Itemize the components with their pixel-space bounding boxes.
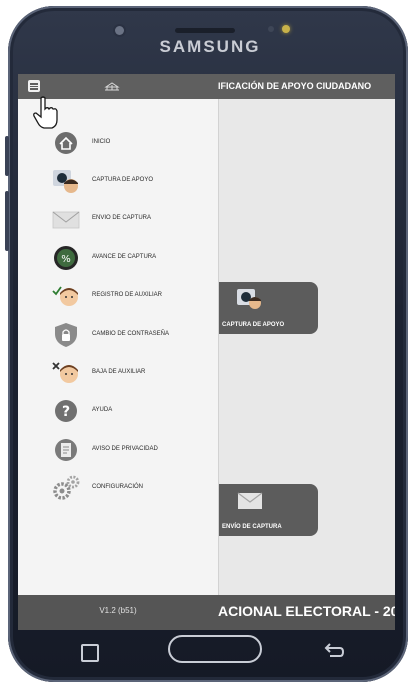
camera-person-icon [237,289,261,309]
menu-item-baja-de-auxiliar[interactable]: BAJA DE AUXILIAR [18,354,218,392]
menu-item-cambio-de-contrasena[interactable]: CAMBIO DE CONTRASEÑA [18,316,218,354]
app-header: IFICACIÓN DE APOYO CIUDADANO [18,74,395,99]
send-capture-card[interactable]: ENVÍO DE CAPTURA [218,484,318,536]
menu-item-label: ENVIO DE CAPTURA [92,215,152,221]
menu-item-label: AVANCE DE CAPTURA [92,254,157,260]
recent-apps-button[interactable] [81,644,99,662]
camera-person-icon [53,170,78,193]
envelope-icon [237,492,263,509]
navigation-drawer: INICIO CAPTURA DE APOYO ENVIO DE CAPTURA [18,99,219,595]
menu-item-captura-de-apoyo[interactable]: CAPTURA DE APOYO [18,162,218,200]
menu-item-label: CONFIGURACIÓN [92,484,143,490]
menu-item-label: CAPTURA DE APOYO [92,177,154,183]
capture-support-card-label: CAPTURA DE APOYO [222,322,285,328]
phone-side-button [5,136,9,176]
app-title: IFICACIÓN DE APOYO CIUDADANO [218,81,372,91]
document-icon [55,439,77,461]
home-icon [55,132,77,154]
lock-shield-icon [55,323,77,347]
svg-text:?: ? [62,404,70,420]
send-capture-card-label: ENVÍO DE CAPTURA [222,524,282,530]
menu-item-label: AVISO DE PRIVACIDAD [92,446,158,452]
menu-item-label: BAJA DE AUXILIAR [92,369,146,375]
device-brand: SAMSUNG [159,37,261,56]
capture-support-card[interactable]: CAPTURA DE APOYO [218,282,318,334]
svg-text:%: % [61,254,71,265]
envelope-icon [52,211,80,229]
front-camera [115,26,124,35]
proximity-sensor [268,26,274,32]
main-content: CAPTURA DE APOYO ENVÍO DE CAPTURA [218,99,395,595]
menu-item-registro-de-auxiliar[interactable]: REGISTRO DE AUXILIAR [18,277,218,315]
notification-led [282,25,290,33]
menu-item-label: REGISTRO DE AUXILIAR [92,292,163,298]
earpiece-speaker [175,28,235,33]
app-footer: V1.2 (b51) ACIONAL ELECTORAL - 2017 [18,595,395,630]
app-version: V1.2 (b51) [99,606,137,615]
percent-icon: % [54,246,78,270]
menu-item-label: CAMBIO DE CONTRASEÑA [92,331,170,337]
hamburger-menu-icon[interactable] [28,80,40,92]
menu-item-aviso-de-privacidad[interactable]: AVISO DE PRIVACIDAD [18,431,218,469]
menu-item-envio-de-captura[interactable]: ENVIO DE CAPTURA [18,200,218,238]
back-button-icon[interactable] [323,642,345,660]
menu-item-avance-de-captura[interactable]: % AVANCE DE CAPTURA [18,239,218,277]
help-icon: ? [55,400,77,422]
app-screen: IFICACIÓN DE APOYO CIUDADANO CAPTURA DE … [18,74,395,630]
menu-item-label: AYUDA [92,407,113,413]
menu-item-label: INICIO [92,139,111,145]
home-button[interactable] [168,635,262,663]
phone-side-button [5,191,9,251]
add-auxiliary-icon [52,286,78,306]
institution-logo-icon [104,82,120,91]
menu-item-ayuda[interactable]: ? AYUDA [18,392,218,430]
menu-item-configuracion[interactable]: CONFIGURACIÓN [18,469,218,507]
hand-pointer-icon [33,96,58,129]
footer-title: ACIONAL ELECTORAL - 2017 [218,603,395,619]
remove-auxiliary-icon [52,362,78,383]
gears-icon [53,475,80,500]
